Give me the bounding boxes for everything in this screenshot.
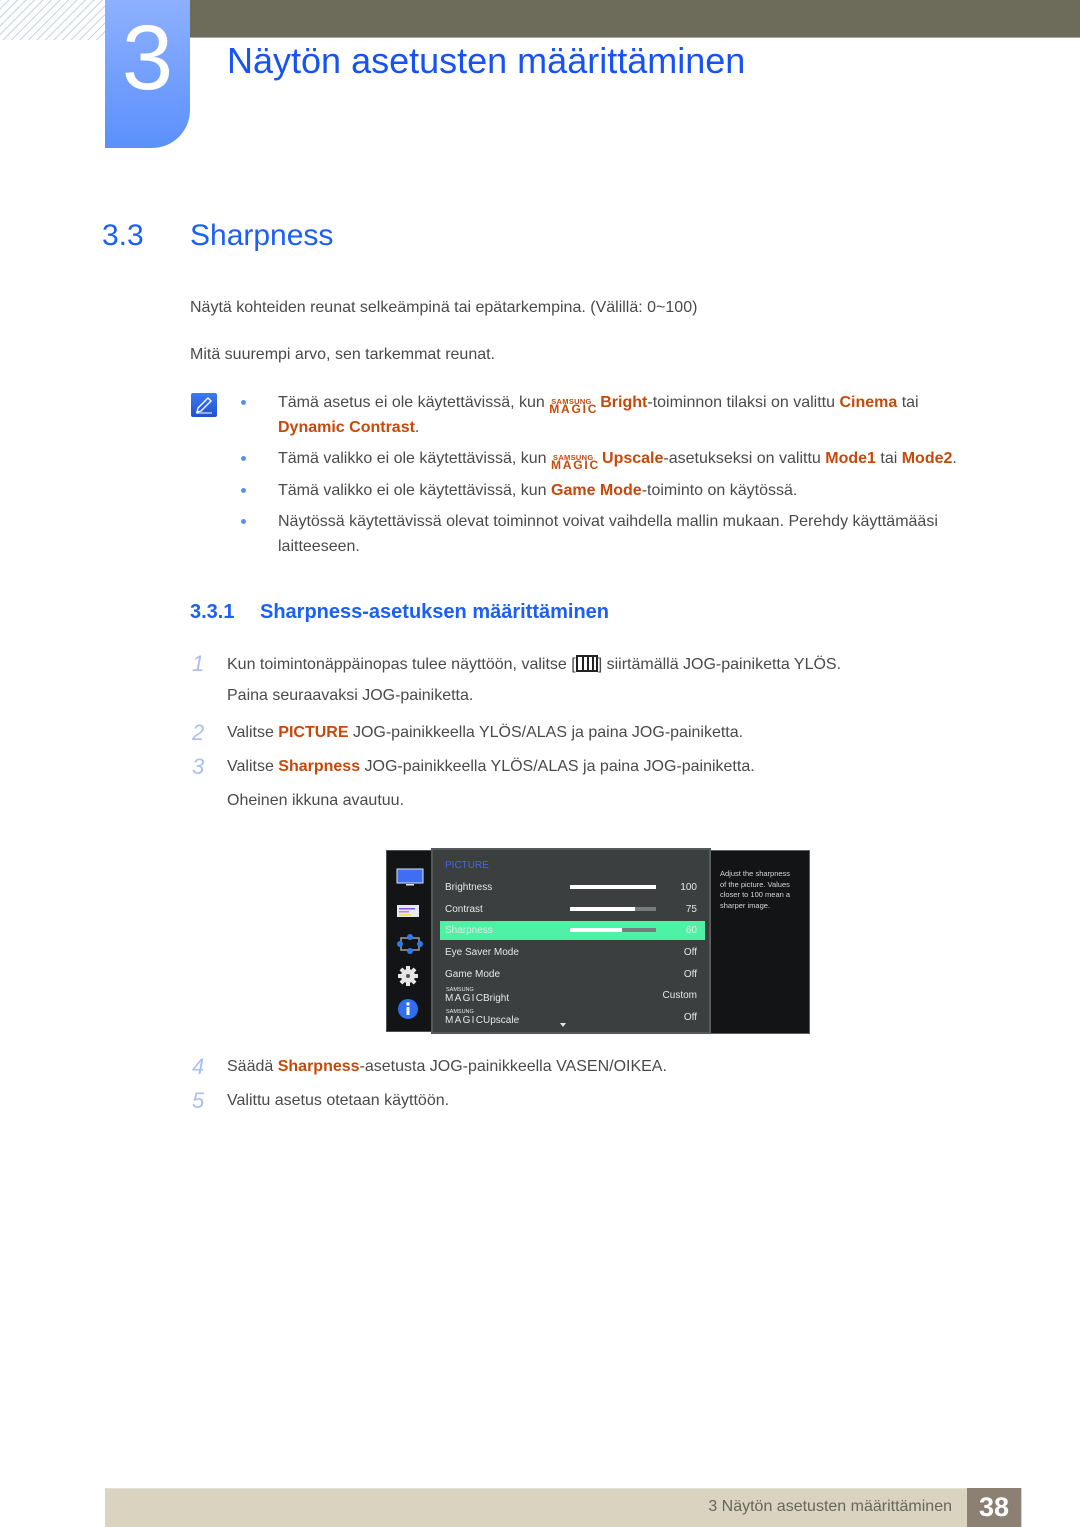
brightness-slider[interactable] (570, 885, 656, 889)
note-item: Tämä valikko ei ole käytettävissä, kun S… (241, 446, 961, 472)
osd-help-text: Adjust the sharpness of the picture. Val… (720, 869, 791, 910)
step-number: 1 (192, 651, 205, 676)
section-title: 3.3 Sharpness (102, 219, 333, 253)
header-hatch-decoration (0, 0, 106, 40)
note-item: Tämä valikko ei ole käytettävissä, kun G… (241, 478, 961, 503)
step-number: 5 (192, 1088, 205, 1113)
menu-button-icon (575, 655, 598, 672)
chapter-title: Näytön asetusten määrittäminen (227, 40, 746, 81)
gear-icon[interactable] (396, 964, 420, 993)
samsung-magic-logo: SAMSUNG MAGIC (551, 453, 601, 472)
bullet-dot (241, 400, 246, 405)
subsection-title: 3.3.1 Sharpness-asetuksen määrittäminen (190, 601, 609, 624)
subsection-name: Sharpness-asetuksen määrittäminen (260, 601, 610, 623)
bullet-dot (241, 488, 246, 493)
osd-sidebar (386, 850, 432, 1032)
intro-line-2: Mitä suurempi arvo, sen tarkemmat reunat… (190, 346, 496, 363)
osd-item-magic-upscale[interactable]: SAMSUNG MAGIC Upscale Off (440, 1008, 705, 1027)
header-bar (190, 0, 1080, 38)
section-number: 3.3 (102, 219, 144, 252)
picture-settings-icon[interactable] (396, 904, 422, 923)
contrast-slider[interactable] (570, 907, 656, 911)
note-item: Tämä asetus ei ole käytettävissä, kun SA… (241, 390, 961, 440)
info-icon[interactable] (396, 997, 420, 1026)
chapter-badge: 3 (105, 0, 190, 148)
sharpness-slider[interactable] (570, 928, 656, 932)
note-pencil-icon (191, 393, 217, 417)
intro-line-1: Näytä kohteiden reunat selkeämpinä tai e… (190, 299, 698, 316)
osd-item-contrast[interactable]: Contrast 75 (440, 900, 705, 919)
step-number: 4 (192, 1054, 205, 1079)
osd-item-sharpness[interactable]: Sharpness 60 (440, 921, 705, 940)
step-number: 3 (192, 754, 205, 779)
page-footer: 3 Näytön asetusten määrittäminen (105, 1488, 1022, 1527)
step-number: 2 (192, 720, 205, 745)
bullet-dot (241, 456, 246, 461)
subsection-number: 3.3.1 (190, 601, 235, 623)
page-number: 38 (967, 1488, 1021, 1527)
bullet-dot (241, 519, 246, 524)
osd-picture-menu: PICTURE Brightness 100 Contrast 75 Sharp… (431, 848, 711, 1034)
scroll-down-arrow-icon[interactable] (560, 1023, 566, 1027)
osd-item-magic-bright[interactable]: SAMSUNG MAGIC Bright Custom (440, 986, 705, 1005)
osd-help-panel: Adjust the sharpness of the picture. Val… (710, 850, 810, 1034)
size-position-icon[interactable] (396, 931, 424, 962)
note-item: Näytössä käytettävissä olevat toiminnot … (241, 509, 961, 559)
samsung-magic-logo: SAMSUNG MAGIC (445, 987, 485, 1004)
monitor-icon[interactable] (396, 868, 424, 893)
section-name: Sharpness (190, 219, 334, 252)
osd-item-brightness[interactable]: Brightness 100 (440, 878, 705, 897)
osd-category-title: PICTURE (445, 860, 489, 871)
osd-item-game-mode[interactable]: Game Mode Off (440, 965, 705, 984)
samsung-magic-logo: SAMSUNG MAGIC (445, 1009, 485, 1026)
osd-item-eye-saver-mode[interactable]: Eye Saver Mode Off (440, 943, 705, 962)
samsung-magic-logo: SAMSUNG MAGIC (549, 397, 599, 416)
chapter-number: 3 (121, 7, 174, 109)
footer-chapter-ref: 3 Näytön asetusten määrittäminen (708, 1498, 952, 1515)
